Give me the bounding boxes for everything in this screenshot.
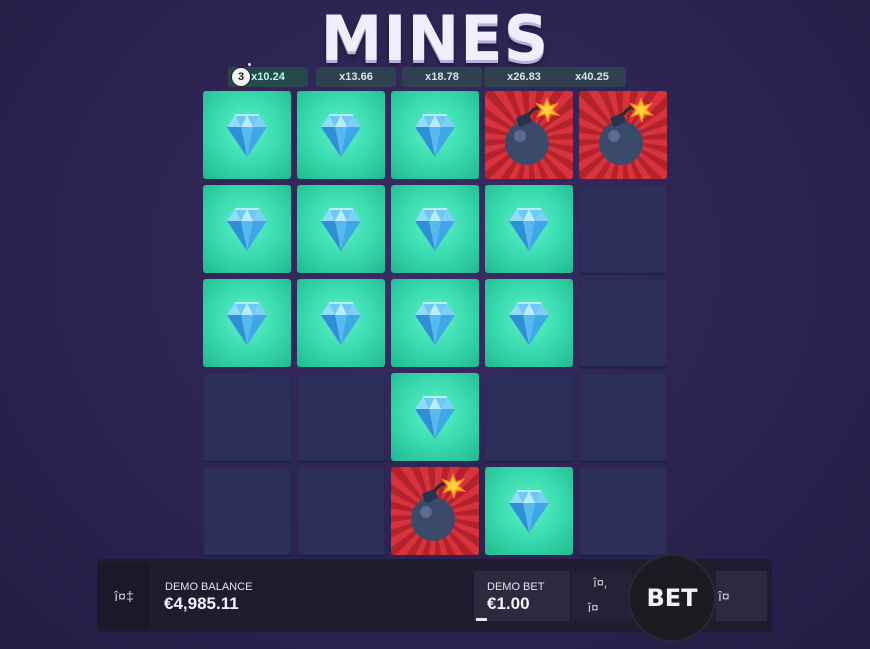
grid-tile-gem bbox=[297, 185, 385, 273]
balance-value: €4,985.11 bbox=[164, 594, 239, 613]
diamond-icon bbox=[321, 114, 361, 157]
bet-button[interactable]: BET bbox=[630, 556, 714, 640]
grid-tile-hidden[interactable] bbox=[579, 185, 667, 273]
multiplier-bar: x10.24 x13.66 x18.78 x26.83 x40.25 bbox=[228, 67, 628, 87]
diamond-icon bbox=[415, 396, 455, 439]
bomb-icon bbox=[411, 473, 467, 541]
balance-label: DEMO BALANCE bbox=[165, 581, 253, 593]
autoplay-button[interactable]: î¤ bbox=[716, 571, 767, 621]
bet-slider-indicator bbox=[476, 618, 487, 621]
grid-tile-gem bbox=[297, 91, 385, 179]
diamond-icon bbox=[321, 302, 361, 345]
grid-tile-gem bbox=[203, 279, 291, 367]
grid-tile-bomb bbox=[485, 91, 573, 179]
grid-tile-gem bbox=[485, 279, 573, 367]
grid-tile-hidden[interactable] bbox=[203, 467, 291, 555]
grid-tile-gem bbox=[485, 185, 573, 273]
grid-tile-gem bbox=[297, 279, 385, 367]
diamond-icon bbox=[509, 490, 549, 533]
mines-grid bbox=[203, 91, 667, 555]
grid-tile-gem bbox=[391, 279, 479, 367]
grid-tile-hidden[interactable] bbox=[203, 373, 291, 461]
bomb-icon bbox=[505, 97, 561, 165]
grid-tile-gem bbox=[391, 91, 479, 179]
menu-icon: î¤‡ bbox=[114, 588, 134, 604]
diamond-icon bbox=[415, 114, 455, 157]
grid-tile-hidden[interactable] bbox=[297, 373, 385, 461]
diamond-icon bbox=[415, 208, 455, 251]
multiplier-2: x13.66 bbox=[316, 67, 396, 87]
multiplier-5: x40.25 bbox=[558, 67, 626, 87]
grid-tile-gem bbox=[391, 373, 479, 461]
grid-tile-gem bbox=[203, 91, 291, 179]
increase-bet-button[interactable]: î¤‚ bbox=[585, 575, 615, 593]
grid-tile-hidden[interactable] bbox=[579, 279, 667, 367]
bet-value: €1.00 bbox=[487, 594, 530, 613]
bomb-icon bbox=[599, 97, 655, 165]
grid-tile-gem bbox=[203, 185, 291, 273]
diamond-icon bbox=[227, 208, 267, 251]
multiplier-3: x18.78 bbox=[402, 67, 482, 87]
diamond-icon bbox=[227, 114, 267, 157]
grid-tile-bomb bbox=[579, 91, 667, 179]
grid-tile-bomb bbox=[391, 467, 479, 555]
diamond-icon bbox=[509, 208, 549, 251]
autoplay-icon: î¤ bbox=[718, 588, 730, 604]
grid-tile-gem bbox=[485, 467, 573, 555]
menu-button[interactable]: î¤‡ bbox=[98, 562, 150, 630]
diamond-icon bbox=[321, 208, 361, 251]
grid-tile-hidden[interactable] bbox=[297, 467, 385, 555]
bet-label: DEMO BET bbox=[487, 581, 545, 593]
grid-tile-gem bbox=[391, 185, 479, 273]
game-title: MINES bbox=[320, 2, 550, 75]
diamond-icon bbox=[509, 302, 549, 345]
diamond-icon bbox=[227, 302, 267, 345]
mines-count-badge: 3 bbox=[232, 63, 251, 86]
multiplier-4: x26.83 bbox=[484, 67, 564, 87]
grid-tile-hidden[interactable] bbox=[579, 467, 667, 555]
decrease-bet-button[interactable]: î¤ bbox=[583, 600, 603, 618]
diamond-icon bbox=[415, 302, 455, 345]
grid-tile-hidden[interactable] bbox=[579, 373, 667, 461]
grid-tile-hidden[interactable] bbox=[485, 373, 573, 461]
